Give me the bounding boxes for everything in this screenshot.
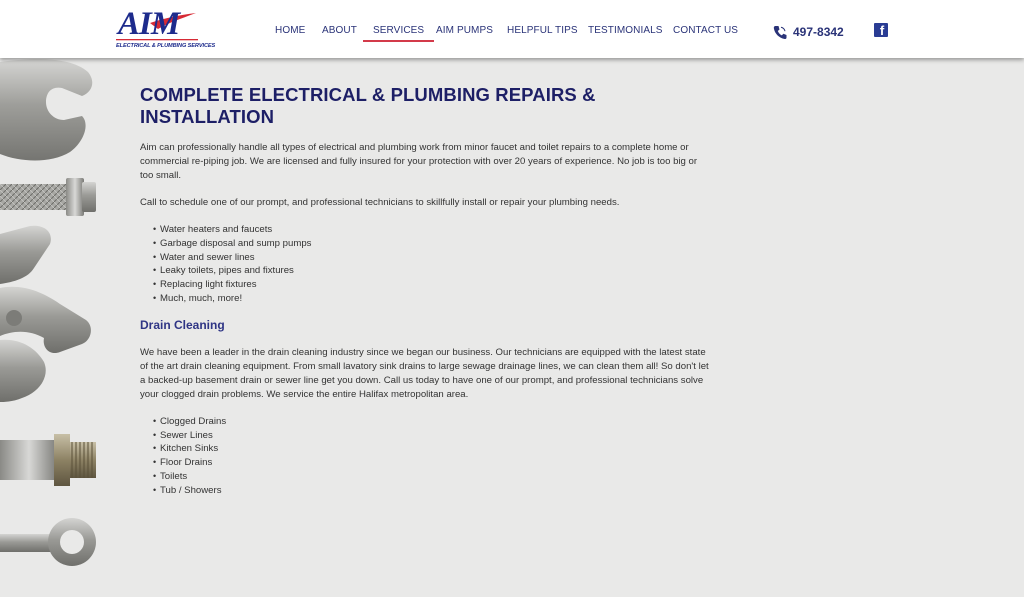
- drain-cleaning-paragraph: We have been a leader in the drain clean…: [140, 346, 709, 400]
- aim-logo[interactable]: AIM ELECTRICAL & PLUMBING SERVICES: [116, 6, 216, 53]
- list-item: Much, much, more!: [153, 292, 710, 306]
- phone-contact[interactable]: 497-8342: [773, 24, 844, 40]
- list-item: Kitchen Sinks: [153, 442, 710, 456]
- page: AIM ELECTRICAL & PLUMBING SERVICES HOME …: [0, 0, 1024, 597]
- facebook-icon[interactable]: f: [874, 23, 888, 37]
- site-header: AIM ELECTRICAL & PLUMBING SERVICES HOME …: [0, 0, 1024, 58]
- plumbing-services-list: Water heaters and faucets Garbage dispos…: [140, 223, 710, 306]
- logo-subtitle: ELECTRICAL & PLUMBING SERVICES: [116, 43, 216, 49]
- call-paragraph: Call to schedule one of our prompt, and …: [140, 197, 620, 208]
- nav-services[interactable]: SERVICES: [362, 25, 435, 42]
- drain-cleaning-heading: Drain Cleaning: [140, 317, 225, 332]
- drain-services-list: Clogged Drains Sewer Lines Kitchen Sinks…: [140, 415, 710, 498]
- list-item: Replacing light fixtures: [153, 278, 710, 292]
- nav-aim-pumps[interactable]: AIM PUMPS: [436, 25, 493, 36]
- main-content: COMPLETE ELECTRICAL & PLUMBING REPAIRS &…: [140, 84, 710, 498]
- list-item: Clogged Drains: [153, 415, 710, 429]
- nav-helpful-tips[interactable]: HELPFUL TIPS: [507, 25, 578, 36]
- nav-contact-us[interactable]: CONTACT US: [673, 25, 738, 36]
- nav-testimonials[interactable]: TESTIMONIALS: [588, 25, 663, 36]
- list-item: Sewer Lines: [153, 429, 710, 443]
- page-title: COMPLETE ELECTRICAL & PLUMBING REPAIRS &…: [140, 84, 596, 127]
- nav-about[interactable]: ABOUT: [322, 25, 357, 36]
- list-item: Floor Drains: [153, 456, 710, 470]
- list-item: Garbage disposal and sump pumps: [153, 237, 710, 251]
- nav-home[interactable]: HOME: [275, 25, 305, 36]
- list-item: Toilets: [153, 470, 710, 484]
- list-item: Tub / Showers: [153, 484, 710, 498]
- logo-wordmark: AIM: [118, 6, 180, 42]
- list-item: Water and sewer lines: [153, 251, 710, 265]
- list-item: Water heaters and faucets: [153, 223, 710, 237]
- tools-background-image: [0, 59, 96, 566]
- list-item: Leaky toilets, pipes and fixtures: [153, 264, 710, 278]
- intro-paragraph: Aim can professionally handle all types …: [140, 142, 698, 181]
- phone-number: 497-8342: [793, 25, 844, 39]
- phone-icon: [773, 25, 787, 39]
